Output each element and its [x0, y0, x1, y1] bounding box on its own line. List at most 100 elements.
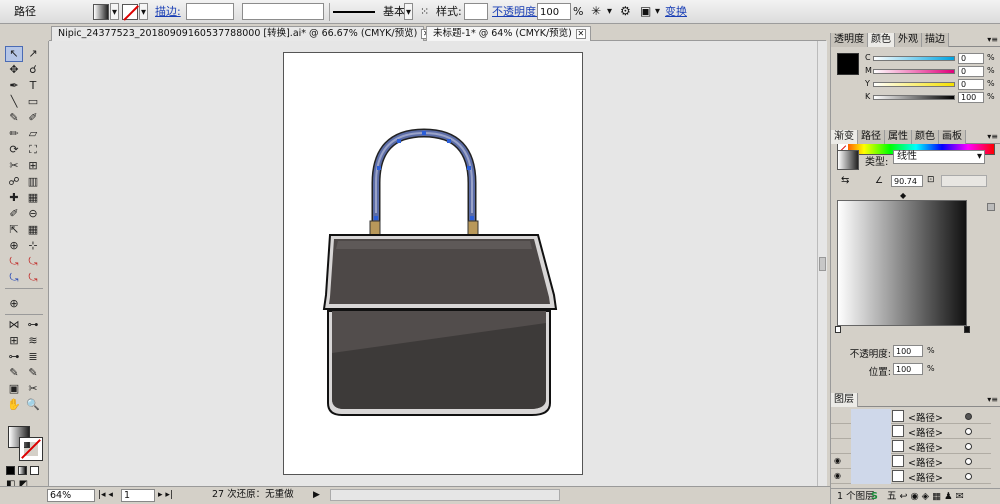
- rectangle-tool-icon[interactable]: ▭: [24, 94, 42, 110]
- artboard-tool-icon[interactable]: ⊕: [5, 238, 23, 254]
- layer-target-icon[interactable]: [965, 428, 972, 435]
- type-tool-icon[interactable]: T: [24, 78, 42, 94]
- transform-link[interactable]: 变换: [665, 3, 687, 20]
- gradient-tool-icon[interactable]: ▦: [24, 190, 42, 206]
- layer-row[interactable]: ◉ <路径>: [831, 454, 991, 469]
- scroll-thumb[interactable]: [819, 257, 826, 271]
- fill-stroke-widget[interactable]: [8, 426, 44, 462]
- tab-attributes[interactable]: 属性: [885, 130, 912, 144]
- fill-swatch[interactable]: [93, 4, 109, 20]
- tab-document-1[interactable]: Nipic_24377523_20180909160537788000 [转换]…: [51, 26, 432, 41]
- perspective-tool-icon[interactable]: ▥: [24, 174, 42, 190]
- gradient-stop-black[interactable]: [964, 326, 970, 333]
- tab-artboards[interactable]: 画板: [939, 130, 966, 144]
- zoom-tool-icon[interactable]: 🔍: [24, 397, 42, 413]
- artboard[interactable]: [283, 52, 583, 475]
- eye-icon[interactable]: ◉: [834, 471, 846, 482]
- brush-dropdown-icon[interactable]: ▾: [404, 3, 413, 20]
- direct-selection-tool-icon[interactable]: ↗: [24, 46, 42, 62]
- bag-flap-top[interactable]: [336, 241, 532, 249]
- brush-label[interactable]: 基本: [383, 3, 405, 20]
- graphic-styles-icon[interactable]: ⁙: [420, 3, 429, 20]
- ime-icons[interactable]: 五 ↩ ◉ ◈ ▦ ♟ ✉: [887, 489, 964, 504]
- eyedropper-tool-icon[interactable]: ✐: [5, 206, 23, 222]
- column-graph-tool-icon[interactable]: ▦: [24, 222, 42, 238]
- channel-slider[interactable]: [873, 69, 955, 74]
- chart-2-tool-icon[interactable]: ⊞: [5, 333, 23, 349]
- opacity-input[interactable]: 100: [537, 3, 571, 20]
- tab-gradient[interactable]: 渐变: [831, 130, 858, 144]
- list-2-tool-icon[interactable]: ≣: [24, 349, 42, 365]
- anchor-point[interactable]: [377, 166, 381, 170]
- horizontal-scrollbar[interactable]: [330, 489, 560, 501]
- anchor-point[interactable]: [447, 139, 451, 143]
- tab-stroke[interactable]: 描边: [922, 33, 949, 47]
- gradient-angle-input[interactable]: 90.74: [891, 175, 923, 187]
- anchor-point[interactable]: [470, 216, 474, 220]
- canvas-area[interactable]: [49, 41, 817, 486]
- paintbrush-tool-icon[interactable]: ✎: [5, 110, 23, 126]
- curvature-red-tool-icon[interactable]: ⤿: [5, 254, 23, 270]
- vertical-scrollbar[interactable]: [817, 41, 827, 486]
- layer-row[interactable]: <路径>: [831, 424, 991, 439]
- eye-icon[interactable]: [834, 411, 846, 422]
- clasp-right[interactable]: [467, 220, 479, 236]
- mesh-tool-icon[interactable]: ✚: [5, 190, 23, 206]
- channel-input[interactable]: 0: [958, 66, 984, 77]
- stroke-link[interactable]: 描边:: [155, 3, 181, 20]
- layer-row[interactable]: <路径>: [831, 409, 991, 424]
- close-icon[interactable]: ✕: [575, 29, 586, 39]
- warp-tool-icon[interactable]: ✂: [5, 158, 23, 174]
- gradient-ramp[interactable]: [837, 200, 967, 326]
- pen-tool-icon[interactable]: ✒: [5, 78, 23, 94]
- line-tool-icon[interactable]: ╲: [5, 94, 23, 110]
- gradient-opacity-input[interactable]: 100: [893, 345, 923, 357]
- eye-icon[interactable]: [834, 441, 846, 452]
- variable-width-select[interactable]: [242, 3, 324, 20]
- style-swatch[interactable]: [464, 3, 488, 20]
- measure-tool-icon[interactable]: ⊶: [5, 349, 23, 365]
- layer-target-icon[interactable]: [965, 473, 972, 480]
- symbol-sprayer-tool-icon[interactable]: ⇱: [5, 222, 23, 238]
- width-tool-icon[interactable]: ⋈: [5, 317, 23, 333]
- hand-tool-icon[interactable]: ✋: [5, 397, 23, 413]
- tab-document-2[interactable]: 未标题-1* @ 64% (CMYK/预览) ✕: [426, 26, 591, 41]
- crosshair-tool-icon[interactable]: ⊕: [5, 296, 23, 312]
- status-menu-icon[interactable]: ▶: [313, 489, 320, 502]
- handbag-artwork[interactable]: [284, 53, 584, 476]
- pencil-tool-icon[interactable]: ✐: [24, 110, 42, 126]
- tab-color-guide[interactable]: 颜色: [912, 130, 939, 144]
- empty-tool-icon[interactable]: [24, 291, 42, 307]
- layer-target-icon[interactable]: [965, 458, 972, 465]
- tab-pathfinder[interactable]: 路径: [858, 130, 885, 144]
- color-mode-buttons[interactable]: [6, 466, 44, 476]
- magic-wand-tool-icon[interactable]: ✥: [5, 62, 23, 78]
- knife-tool-icon[interactable]: ✂: [24, 381, 42, 397]
- blob-brush-tool-icon[interactable]: ✏: [5, 126, 23, 142]
- shape-builder-tool-icon[interactable]: ☍: [5, 174, 23, 190]
- channel-slider[interactable]: [873, 82, 955, 87]
- aspect-ratio-input[interactable]: [941, 175, 987, 187]
- gradient-preview[interactable]: [837, 150, 859, 170]
- eyedropper-2-tool-icon[interactable]: ✎: [5, 365, 23, 381]
- channel-input[interactable]: 0: [958, 79, 984, 90]
- stroke-swatch[interactable]: [122, 4, 138, 20]
- gradient-stop-white[interactable]: [835, 326, 841, 333]
- channel-input[interactable]: 100: [958, 92, 984, 103]
- eye-icon[interactable]: ◉: [834, 456, 846, 467]
- curvature-red-3-tool-icon[interactable]: ⤿: [24, 270, 42, 286]
- artboard-2-tool-icon[interactable]: ▣: [5, 381, 23, 397]
- next-artboard-icon[interactable]: ▸ ▸|: [158, 489, 173, 502]
- clasp-left[interactable]: [369, 220, 381, 236]
- scroll-up-icon[interactable]: [987, 203, 995, 211]
- channel-slider[interactable]: [873, 56, 955, 61]
- tab-transparency[interactable]: 透明度: [831, 33, 868, 47]
- curvature-red-2-tool-icon[interactable]: ⤿: [24, 254, 42, 270]
- panel-menu-icon[interactable]: ▾≡: [987, 395, 998, 404]
- gradient-midpoint-icon[interactable]: ◆: [900, 191, 906, 200]
- rotate-tool-icon[interactable]: ⟳: [5, 142, 23, 158]
- eraser-tool-icon[interactable]: ▱: [24, 126, 42, 142]
- recolor-dropdown-icon[interactable]: ▾: [605, 3, 614, 20]
- blend-tool-icon[interactable]: ⊖: [24, 206, 42, 222]
- panel-menu-icon[interactable]: ▾≡: [987, 132, 998, 141]
